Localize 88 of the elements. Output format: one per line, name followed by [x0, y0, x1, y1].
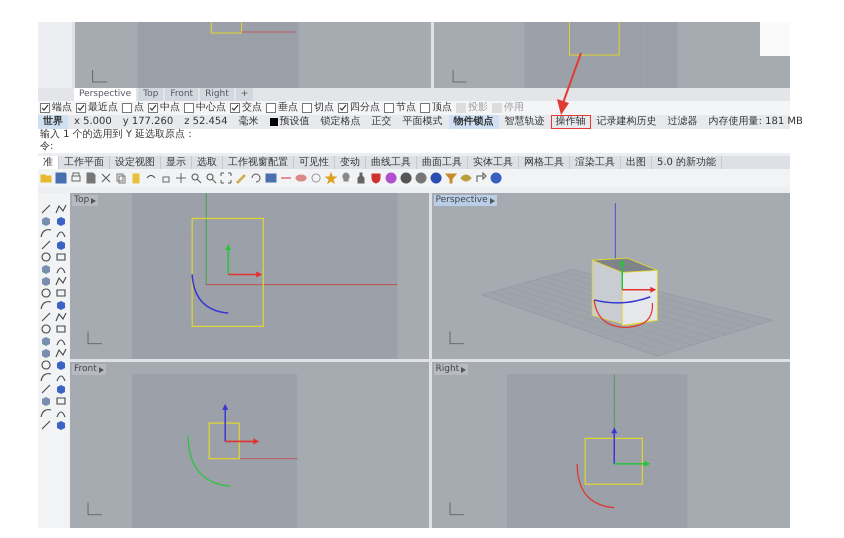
checkbox[interactable] — [76, 103, 86, 113]
osnap-option[interactable]: 交点 — [230, 102, 262, 114]
osnap-option[interactable]: 节点 — [384, 102, 416, 114]
blank-panel — [760, 22, 790, 56]
box-outline — [569, 22, 620, 56]
axis-icon — [449, 331, 464, 344]
cross-icon[interactable] — [100, 172, 112, 184]
dropdown-arrow-icon — [98, 366, 104, 372]
status-pane[interactable]: 正交 — [366, 115, 397, 129]
axis-icon — [88, 331, 102, 344]
status-pane[interactable]: 预设值 — [264, 115, 315, 129]
checkbox[interactable] — [302, 103, 312, 113]
axis-icon — [452, 70, 467, 82]
solid-icon[interactable] — [55, 239, 67, 251]
status-pane[interactable]: 过滤器 — [662, 115, 703, 129]
checkbox[interactable] — [266, 103, 276, 113]
printer-icon[interactable] — [70, 172, 82, 184]
table-icon[interactable] — [265, 172, 277, 184]
layer-name: 预设值 — [280, 116, 310, 128]
page-icon[interactable] — [85, 172, 97, 184]
osnap-option[interactable]: 最近点 — [76, 102, 118, 114]
osnap-option[interactable]: 点 — [122, 102, 144, 114]
status-pane[interactable]: 世界 — [38, 115, 68, 129]
dropdown-arrow-icon — [91, 198, 96, 204]
command-history: 输入 1 个的选用到 Y 延选取原点： — [38, 129, 790, 141]
annotation-arrow — [556, 53, 583, 115]
color-wheel-icon[interactable] — [385, 172, 397, 184]
viewport-tab[interactable]: Front — [165, 88, 198, 101]
toolbar-tab[interactable]: 准 — [38, 156, 59, 169]
copy-icon[interactable] — [115, 172, 127, 184]
layer-swatch-icon — [270, 118, 278, 126]
checkbox[interactable] — [420, 103, 430, 113]
status-pane[interactable]: 记录建构历史 — [592, 115, 662, 129]
rotation-arc — [593, 300, 653, 328]
box-outline — [208, 422, 240, 460]
checkbox[interactable] — [122, 103, 132, 113]
status-pane[interactable]: 锁定格点 — [316, 115, 366, 129]
viewport-title[interactable]: Top — [72, 195, 98, 206]
osnap-option[interactable]: 切点 — [302, 102, 334, 114]
dropdown-arrow-icon — [461, 366, 466, 372]
checkbox[interactable] — [40, 103, 50, 113]
checkbox[interactable] — [338, 103, 348, 113]
viewport-title[interactable]: Perspective — [434, 195, 497, 206]
axis-icon — [92, 70, 108, 82]
command-prompt[interactable]: 令: — [38, 141, 790, 153]
dropdown-arrow-icon — [490, 198, 495, 204]
osnap-option[interactable]: 中点 — [148, 102, 180, 114]
checkbox[interactable] — [148, 103, 158, 113]
magnifier-icon[interactable] — [190, 172, 202, 184]
viewport-tab[interactable]: Right — [200, 88, 234, 101]
checkbox[interactable] — [230, 103, 240, 113]
star-icon[interactable] — [325, 172, 337, 184]
status-pane[interactable]: 毫米 — [234, 115, 264, 129]
solid-icon[interactable] — [55, 359, 67, 371]
status-pane[interactable]: 内存使用量: 181 MB — [704, 115, 808, 129]
status-pane[interactable]: 操作轴 — [550, 115, 591, 129]
axis-icon — [88, 502, 102, 516]
gizmo-drawing — [594, 259, 656, 304]
osnap-option[interactable]: 垂点 — [266, 102, 298, 114]
status-pane[interactable]: 物件锁点 — [448, 115, 499, 129]
viewport-tab[interactable]: Perspective — [74, 88, 136, 101]
osnap-option[interactable]: 四分点 — [338, 102, 380, 114]
status-pane[interactable]: z 52.454 — [179, 115, 233, 129]
gizmo-drawing — [191, 244, 262, 314]
clipboard-icon[interactable] — [130, 172, 142, 184]
osnap-option[interactable]: 顶点 — [420, 102, 452, 114]
magnifier-icon[interactable] — [205, 172, 217, 184]
bottle-icon[interactable] — [355, 172, 367, 184]
status-pane[interactable]: 平面模式 — [398, 115, 448, 129]
osnap-option[interactable]: 端点 — [40, 102, 72, 114]
status-pane[interactable]: 智慧轨迹 — [500, 115, 550, 129]
viewport-tab[interactable]: + — [236, 88, 254, 101]
rotate-icon[interactable] — [250, 172, 262, 184]
viewport-title[interactable]: Right — [434, 364, 468, 375]
box-outline — [210, 22, 242, 34]
zoom-extents-icon[interactable] — [220, 172, 232, 184]
status-pane[interactable]: y 177.260 — [118, 115, 178, 129]
box-outline — [584, 438, 642, 485]
axis-icon — [449, 502, 464, 516]
viewport-tab[interactable]: Top — [138, 88, 164, 101]
status-pane[interactable]: x 5.000 — [69, 115, 117, 129]
checkbox[interactable] — [384, 103, 394, 113]
osnap-option[interactable]: 中心点 — [184, 102, 226, 114]
viewport-title[interactable]: Front — [72, 364, 106, 375]
shield-icon[interactable] — [370, 172, 382, 184]
checkbox[interactable] — [184, 103, 194, 113]
bulb-icon[interactable] — [340, 172, 352, 184]
help-icon[interactable] — [490, 172, 502, 184]
